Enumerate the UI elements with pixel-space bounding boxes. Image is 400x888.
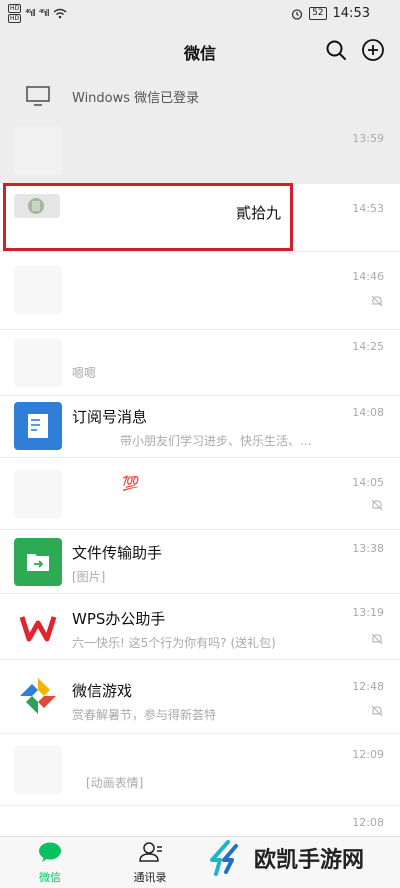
file-transfer-avatar: [14, 538, 62, 586]
avatar: [14, 339, 62, 387]
wifi-icon: [53, 8, 67, 19]
chat-time: 13:38: [352, 542, 384, 555]
chat-item[interactable]: 嗯嗯 14:25: [0, 330, 400, 396]
chat-time: 12:48: [352, 680, 384, 693]
avatar: [14, 127, 62, 175]
muted-bell-icon: [371, 295, 383, 307]
status-left: HD HD ⁴⁶ıll ⁴⁶ıll: [8, 4, 67, 23]
muted-bell-icon: [371, 499, 383, 511]
status-right: 52 14:53: [291, 6, 370, 21]
chat-item[interactable]: 💯 14:05: [0, 458, 400, 530]
document-icon: [28, 414, 48, 438]
watermark-text: 欧凯手游网: [254, 848, 365, 873]
chat-time: 14:25: [352, 340, 384, 353]
wechat-games-avatar: [14, 672, 62, 720]
chat-name: WPS办公助手: [72, 610, 166, 628]
chat-item[interactable]: [动画表情] 12:09: [0, 734, 400, 806]
login-banner-text: Windows 微信已登录: [72, 91, 200, 106]
chat-item[interactable]: 微信游戏 赏春解暑节，参与得新荟特 12:48: [0, 660, 400, 734]
chat-time: 14:08: [352, 406, 384, 419]
windows-login-banner[interactable]: Windows 微信已登录: [0, 74, 400, 118]
search-icon[interactable]: [324, 38, 348, 62]
avatar: [14, 266, 62, 314]
muted-bell-icon: [371, 633, 383, 645]
status-clock: 14:53: [332, 6, 370, 21]
chat-preview: 赏春解暑节，参与得新荟特: [72, 708, 217, 722]
chat-preview: 带小朋友们学习进步、快乐生活、...: [120, 434, 312, 448]
chat-item[interactable]: 14:46: [0, 252, 400, 330]
chat-preview: 嗯嗯: [72, 366, 97, 380]
wps-logo-icon: [19, 616, 57, 642]
plus-circle-icon[interactable]: [361, 38, 385, 62]
sim-indicators: HD HD: [8, 4, 22, 23]
sim2-label: HD: [8, 14, 22, 23]
chat-item[interactable]: WPS办公助手 六一快乐! 这5个行为你有吗? (送礼包) 13:19: [0, 594, 400, 660]
chat-name: 💯: [122, 476, 140, 492]
avatar: [14, 746, 62, 794]
monitor-icon: [26, 86, 50, 106]
chat-name: 微信游戏: [72, 682, 133, 700]
watermark: 欧凯手游网: [206, 838, 364, 878]
watermark-logo-icon: [210, 840, 238, 876]
signal1: ⁴⁶ıll: [25, 8, 36, 19]
chat-time: 13:19: [352, 606, 384, 619]
chat-item[interactable]: 12:08: [0, 806, 400, 836]
chat-preview: [动画表情]: [86, 776, 144, 790]
chat-time: 12:08: [352, 816, 384, 829]
chat-preview: [图片]: [72, 570, 106, 584]
folder-icon: [27, 554, 49, 571]
tab-contacts-label: 通讯录: [133, 871, 167, 884]
wps-avatar: [14, 603, 62, 651]
sim1-label: HD: [8, 4, 22, 13]
alarm-icon: [291, 8, 303, 20]
subscription-avatar: [14, 402, 62, 450]
chat-time: 14:05: [352, 476, 384, 489]
avatar: [14, 470, 62, 518]
game-logo-icon: [20, 678, 56, 714]
title-bar: 微信: [0, 28, 400, 74]
chat-item[interactable]: 文件传输助手 [图片] 13:38: [0, 530, 400, 594]
chat-item[interactable]: 订阅号消息 带小朋友们学习进步、快乐生活、... 14:08: [0, 396, 400, 458]
chat-name: 文件传输助手: [72, 544, 163, 562]
highlight-box: [3, 183, 293, 251]
contacts-icon: [139, 842, 162, 862]
tab-chats[interactable]: 微信: [10, 841, 90, 885]
battery-indicator: 52: [309, 7, 327, 20]
chat-name: 订阅号消息: [72, 408, 148, 426]
chat-time: 14:46: [352, 270, 384, 283]
muted-bell-icon: [371, 705, 383, 717]
chat-time: 13:59: [352, 132, 384, 145]
chat-item[interactable]: 13:59: [0, 118, 400, 184]
tab-chats-label: 微信: [39, 871, 61, 884]
chat-time: 14:53: [352, 202, 384, 215]
chat-preview: 六一快乐! 这5个行为你有吗? (送礼包): [72, 636, 276, 650]
chat-bubble-icon: [39, 842, 61, 862]
chat-time: 12:09: [352, 748, 384, 761]
signal2: ⁴⁶ıll: [38, 8, 50, 19]
status-bar: HD HD ⁴⁶ıll ⁴⁶ıll 52 14:53: [0, 0, 400, 28]
tab-contacts[interactable]: 通讯录: [110, 841, 190, 885]
